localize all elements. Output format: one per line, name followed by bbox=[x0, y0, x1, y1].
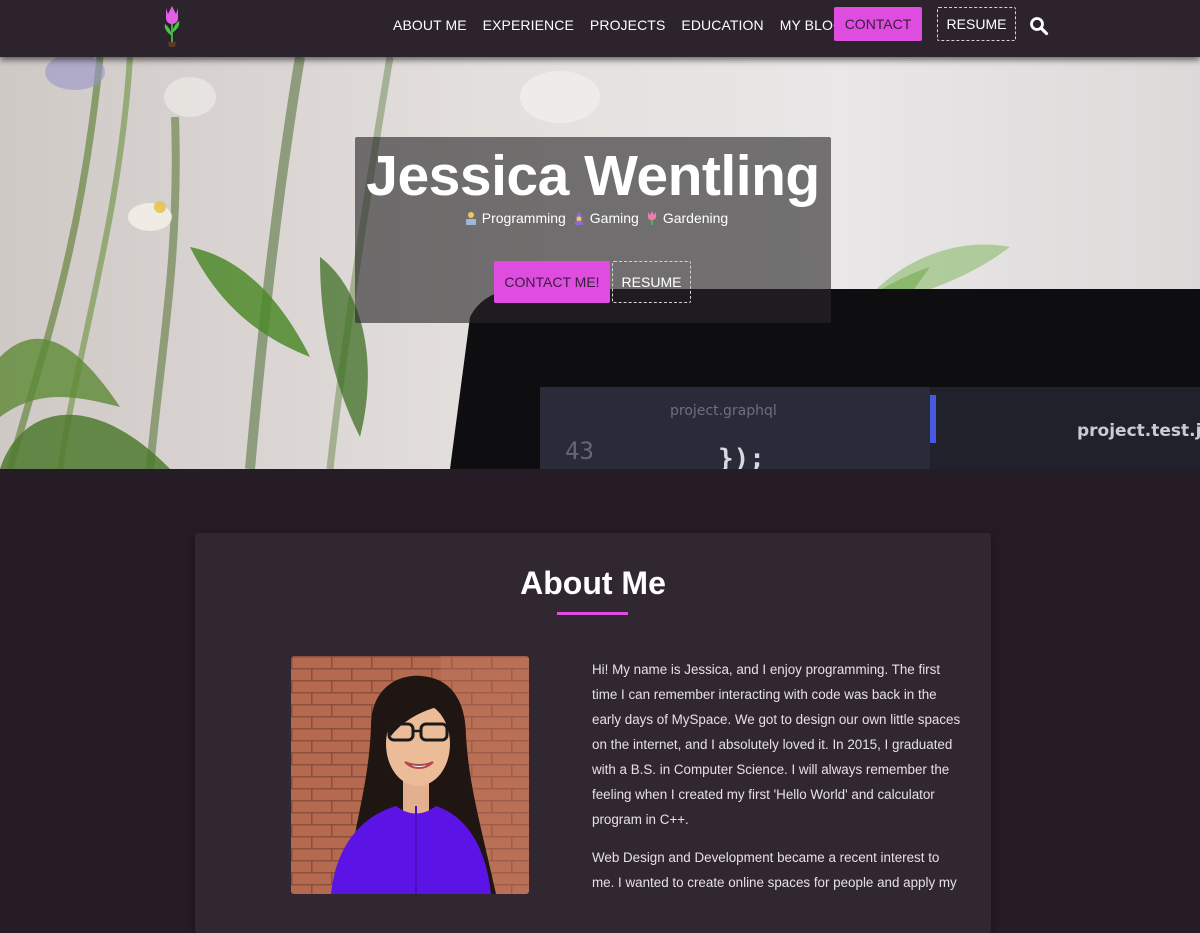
nav-links: ABOUT ME EXPERIENCE PROJECTS EDUCATION M… bbox=[385, 0, 852, 50]
hero-banner: project.graphql project.test.js 43 }); J… bbox=[0, 57, 1200, 469]
hero-resume-button[interactable]: RESUME bbox=[612, 261, 691, 303]
hero-interests: Programming Gaming Gardening bbox=[355, 210, 831, 226]
screen-code: }); bbox=[718, 444, 765, 469]
hero-contact-button[interactable]: CONTACT ME! bbox=[494, 261, 610, 303]
about-me-section: About Me Hi! My name is Jessica, and I e… bbox=[195, 533, 991, 933]
hero-intro-card: Jessica Wentling Programming Gaming Gard… bbox=[355, 137, 831, 323]
about-paragraph: Web Design and Development became a rece… bbox=[592, 850, 957, 890]
nav-link-experience[interactable]: EXPERIENCE bbox=[483, 17, 574, 33]
nav-link-about-me[interactable]: ABOUT ME bbox=[393, 17, 467, 33]
title-underline bbox=[557, 612, 628, 615]
mage-emoji-icon bbox=[574, 211, 583, 225]
interest-label: Gaming bbox=[589, 210, 639, 226]
about-text: Hi! My name is Jessica, and I enjoy prog… bbox=[592, 657, 962, 908]
nav-link-education[interactable]: EDUCATION bbox=[681, 17, 763, 33]
technologist-emoji-icon bbox=[465, 212, 476, 225]
nav-contact-button[interactable]: CONTACT bbox=[834, 7, 922, 41]
screen-line-number: 43 bbox=[565, 437, 594, 465]
interest-label: Gardening bbox=[662, 210, 729, 226]
nav-resume-button[interactable]: RESUME bbox=[937, 7, 1016, 41]
tulip-icon[interactable] bbox=[158, 2, 186, 48]
nav-link-projects[interactable]: PROJECTS bbox=[590, 17, 665, 33]
tulip-emoji-icon bbox=[647, 211, 656, 225]
about-title: About Me bbox=[520, 565, 666, 601]
screen-tab-right: project.test.js bbox=[1077, 421, 1200, 441]
search-icon[interactable] bbox=[1029, 16, 1049, 36]
about-paragraph: Hi! My name is Jessica, and I enjoy prog… bbox=[592, 662, 961, 827]
interest-label: Programming bbox=[481, 210, 566, 226]
top-navbar: ABOUT ME EXPERIENCE PROJECTS EDUCATION M… bbox=[0, 0, 1200, 57]
profile-photo bbox=[291, 656, 529, 894]
hero-name: Jessica Wentling bbox=[366, 144, 820, 208]
screen-tab-left: project.graphql bbox=[670, 403, 777, 419]
